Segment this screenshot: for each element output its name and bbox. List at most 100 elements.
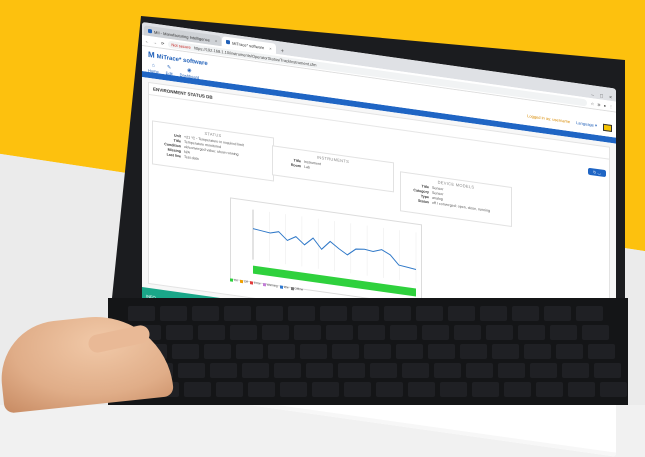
legend-swatch: [230, 277, 233, 282]
legend-swatch: [279, 284, 283, 289]
keyboard-key: [568, 382, 595, 397]
keyboard-key: [178, 363, 205, 378]
keyboard-key: [332, 344, 359, 359]
keyboard-key: [262, 325, 289, 340]
row-value: Lab: [304, 164, 310, 170]
keyboard-key: [166, 325, 193, 340]
keyboard-key: [486, 325, 513, 340]
keyboard-key: [274, 363, 301, 378]
profile-icon[interactable]: ●: [604, 102, 606, 107]
keyboard-key: [512, 306, 539, 321]
keyboard-key: [224, 306, 251, 321]
keyboard-key: [242, 363, 269, 378]
keyboard-key: [230, 325, 257, 340]
keyboard-key: [352, 306, 379, 321]
keyboard-key: [236, 344, 263, 359]
keyboard-key: [544, 306, 571, 321]
keyboard-key: [422, 325, 449, 340]
logo-mark: M: [148, 49, 155, 60]
back-icon[interactable]: ←: [145, 38, 149, 44]
keyboard-key: [582, 325, 609, 340]
keyboard-key: [320, 306, 347, 321]
forward-icon[interactable]: →: [153, 39, 157, 45]
keyboard-key: [460, 344, 487, 359]
keyboard-key: [594, 363, 621, 378]
menu-item-home[interactable]: ⌂ Home: [148, 62, 159, 74]
keyboard-key: [448, 306, 475, 321]
keyboard-key: [498, 363, 525, 378]
flag-icon[interactable]: [603, 123, 612, 133]
legend-swatch: [262, 282, 266, 286]
keyboard-key: [402, 363, 429, 378]
keyboard-key: [312, 382, 339, 397]
keyboard-key: [306, 363, 333, 378]
tab-title: MiTrace* software: [232, 40, 265, 50]
keyboard-key: [256, 306, 283, 321]
keyboard-key: [216, 382, 243, 397]
keyboard-key: [472, 382, 499, 397]
close-window-button[interactable]: ×: [609, 95, 612, 101]
keyboard-key: [300, 344, 327, 359]
maximize-button[interactable]: □: [600, 93, 603, 99]
keyboard-key: [480, 306, 507, 321]
keyboard-key: [376, 382, 403, 397]
legend-swatch: [290, 286, 294, 290]
menu-item-edit[interactable]: ✎ Edit: [165, 64, 173, 77]
keyboard-key: [466, 363, 493, 378]
reload-icon[interactable]: ⟳: [161, 40, 164, 45]
keyboard-key: [440, 382, 467, 397]
star-icon[interactable]: ☆: [591, 101, 595, 107]
legend-label: Off: [244, 279, 248, 284]
close-tab-icon[interactable]: ×: [269, 45, 271, 50]
legend-label: Idle: [283, 284, 289, 290]
keyboard-key: [562, 363, 589, 378]
minimize-button[interactable]: –: [591, 92, 594, 98]
keyboard-key: [556, 344, 583, 359]
keyboard: [108, 298, 628, 405]
puzzle-icon[interactable]: ✲: [597, 101, 600, 106]
legend-swatch: [240, 279, 244, 283]
keyboard-key: [370, 363, 397, 378]
keyboard-key: [210, 363, 237, 378]
keyboard-key: [288, 306, 315, 321]
keyboard-key: [384, 306, 411, 321]
favicon-icon: [148, 28, 152, 34]
keyboard-key: [600, 382, 627, 397]
keyboard-key: [524, 344, 551, 359]
keyboard-key: [192, 306, 219, 321]
extensions-area: ☆ ✲ ● ⋮: [591, 101, 613, 109]
keyboard-key: [550, 325, 577, 340]
menu-dots-icon[interactable]: ⋮: [609, 103, 613, 109]
keyboard-key: [518, 325, 545, 340]
favicon-icon: [226, 39, 231, 45]
keyboard-key: [326, 325, 353, 340]
not-secure-label: Not secure: [171, 41, 191, 50]
keyboard-key: [184, 382, 211, 397]
keyboard-key: [434, 363, 461, 378]
keyboard-key: [390, 325, 417, 340]
keyboard-key: [128, 306, 155, 321]
close-tab-icon[interactable]: ×: [215, 38, 217, 43]
menu-label: Edit: [165, 70, 173, 77]
keyboard-key: [338, 363, 365, 378]
keyboard-key: [280, 382, 307, 397]
keyboard-key: [454, 325, 481, 340]
keyboard-key: [408, 382, 435, 397]
keyboard-key: [416, 306, 443, 321]
keyboard-key: [492, 344, 519, 359]
legend-label: On: [234, 277, 239, 283]
keyboard-key: [344, 382, 371, 397]
keyboard-key: [536, 382, 563, 397]
keyboard-key: [364, 344, 391, 359]
keyboard-key: [530, 363, 557, 378]
keyboard-key: [588, 344, 615, 359]
keyboard-key: [428, 344, 455, 359]
keyboard-key: [198, 325, 225, 340]
keyboard-key: [504, 382, 531, 397]
legend-swatch: [249, 280, 253, 285]
keyboard-key: [576, 306, 603, 321]
keyboard-key: [160, 306, 187, 321]
keyboard-key: [248, 382, 275, 397]
legend-label: Error: [253, 280, 261, 286]
keyboard-key: [396, 344, 423, 359]
